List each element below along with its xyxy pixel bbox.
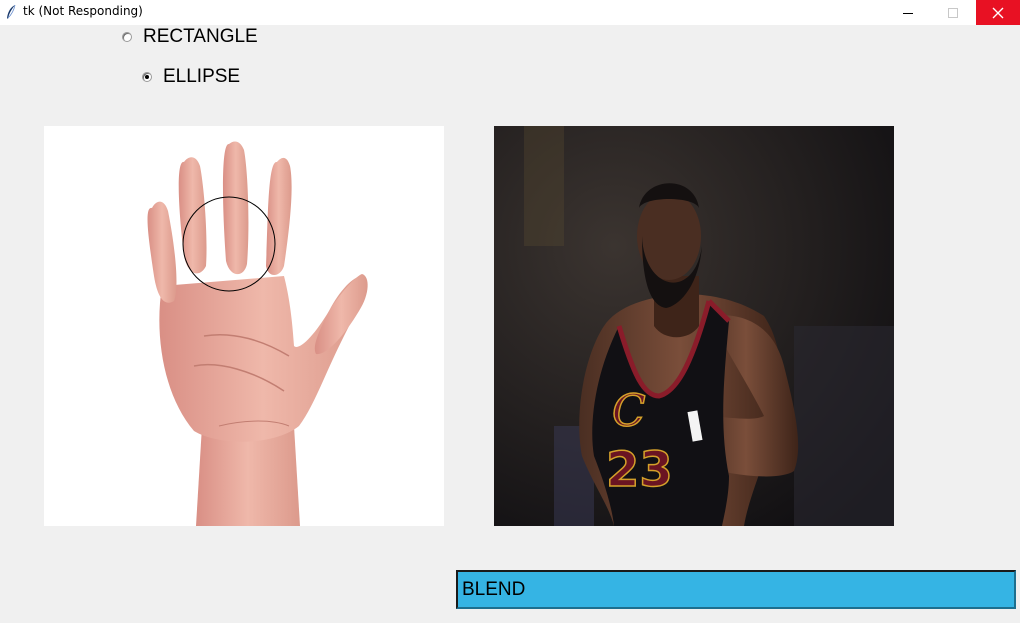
target-image-canvas[interactable]: C 23 (494, 126, 894, 526)
player-image: C 23 (494, 126, 894, 526)
radio-ellipse-label[interactable]: ELLIPSE (163, 66, 240, 88)
blend-button-label: BLEND (462, 578, 526, 600)
maximize-icon (948, 7, 958, 18)
radio-rectangle[interactable]: RECTANGLE (122, 26, 258, 48)
radio-ellipse-indicator[interactable] (142, 72, 152, 82)
close-icon (992, 7, 1004, 18)
jersey-number: 23 (606, 442, 673, 498)
maximize-button[interactable] (931, 0, 975, 25)
app-window: tk (Not Responding) RECTANGLE ELLIPSE C … (0, 0, 1020, 623)
radio-rectangle-indicator[interactable] (122, 32, 132, 42)
close-button[interactable] (976, 0, 1020, 25)
minimize-button[interactable] (886, 0, 930, 25)
feather-icon (7, 4, 16, 19)
title-bar[interactable]: tk (Not Responding) (0, 0, 1020, 25)
minimize-icon (903, 12, 913, 14)
blend-button[interactable]: BLEND (456, 570, 1016, 609)
radio-ellipse[interactable]: ELLIPSE (142, 66, 240, 88)
source-image-canvas[interactable] (44, 126, 444, 526)
hand-image (147, 141, 368, 526)
window-title: tk (Not Responding) (23, 4, 143, 18)
jersey-logo-c: C (612, 386, 646, 437)
radio-rectangle-label[interactable]: RECTANGLE (143, 26, 258, 48)
